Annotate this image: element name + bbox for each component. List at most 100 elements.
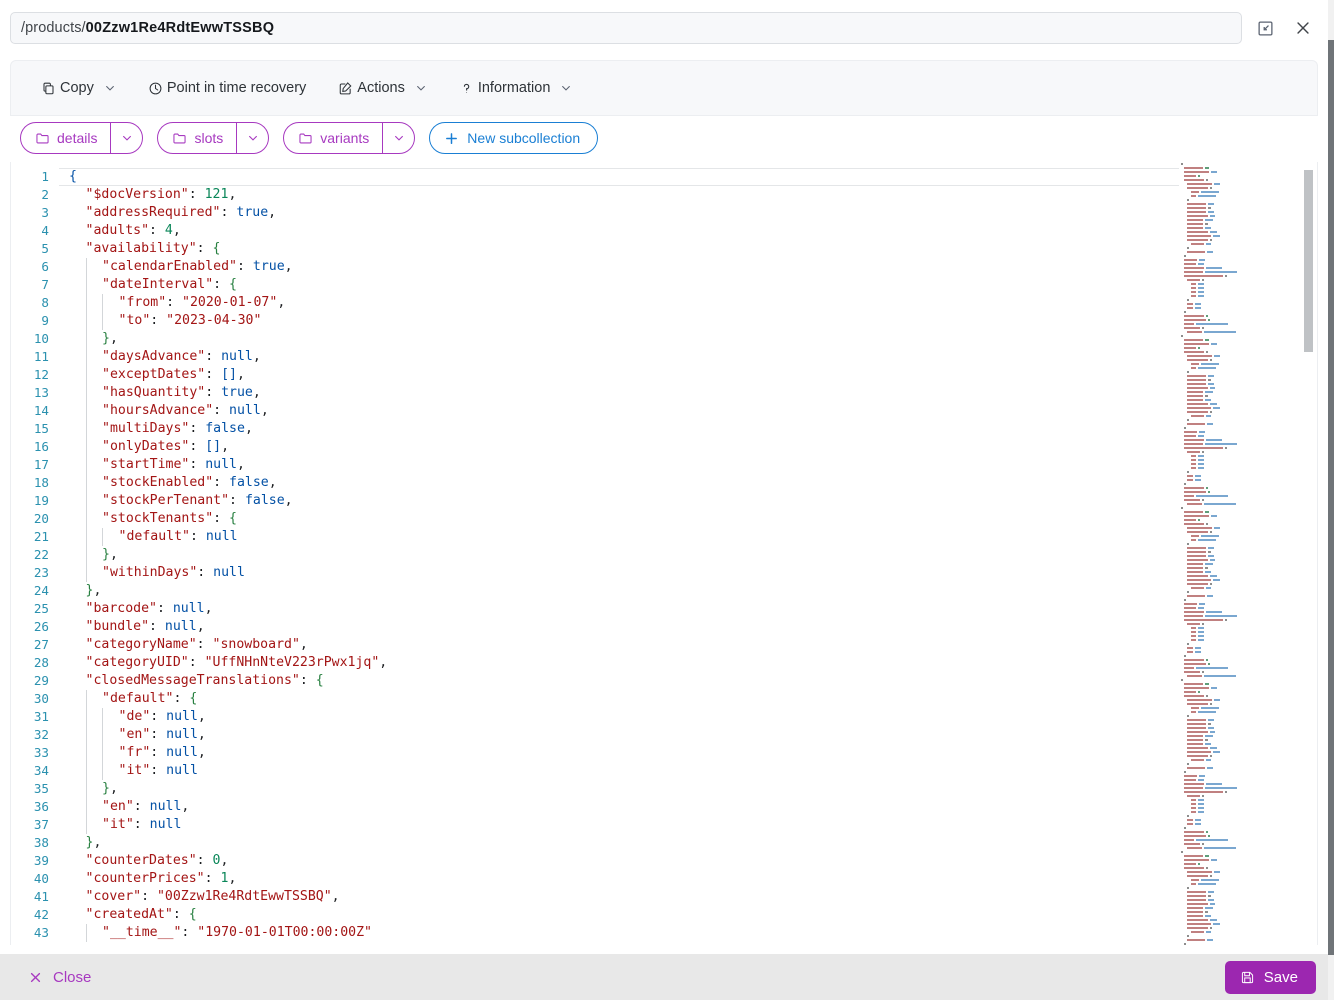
code-line[interactable]: 40 "counterPrices": 1, <box>11 870 1201 888</box>
code-line[interactable]: 13 "hasQuantity": true, <box>11 384 1201 402</box>
line-number: 21 <box>33 529 49 544</box>
subcollection-chip-variants-label: variants <box>320 130 370 146</box>
subcollection-chip-details[interactable]: details <box>20 122 144 154</box>
code-line[interactable]: 18 "stockEnabled": false, <box>11 474 1201 492</box>
code-line[interactable]: 22}, <box>11 546 1201 564</box>
minimap-token <box>1187 554 1207 558</box>
minimap-token <box>1184 262 1196 266</box>
code-line[interactable]: 43 "__time__": "1970-01-01T00:00:00Z" <box>11 924 1201 942</box>
code-line[interactable]: 27 "categoryName": "snowboard", <box>11 636 1201 654</box>
minimap-token <box>1208 726 1215 730</box>
subcollection-chip-variants-main[interactable]: variants <box>284 123 382 153</box>
minimap-token <box>1187 530 1208 534</box>
code-line[interactable]: 35}, <box>11 780 1201 798</box>
menu-point-in-time-recovery[interactable]: Point in time recovery <box>138 71 316 105</box>
minimap-token <box>1199 602 1206 606</box>
code-line[interactable]: 31 "de": null, <box>11 708 1201 726</box>
code-line[interactable]: 7 "dateInterval": { <box>11 276 1201 294</box>
editor-minimap[interactable] <box>1179 162 1291 945</box>
save-button[interactable]: Save <box>1224 960 1316 994</box>
code-line[interactable]: 8 "from": "2020-01-07", <box>11 294 1201 312</box>
code-line[interactable]: 17 "startTime": null, <box>11 456 1201 474</box>
code-line[interactable]: 2 "$docVersion": 121, <box>11 186 1201 204</box>
new-subcollection-button[interactable]: New subcollection <box>429 122 599 154</box>
code-line[interactable]: 39 "counterDates": 0, <box>11 852 1201 870</box>
editor-scrollbar-thumb[interactable] <box>1304 170 1313 352</box>
token-punc: , <box>172 223 181 238</box>
subcollection-chip-details-main[interactable]: details <box>21 123 110 153</box>
token-punc: : <box>150 727 167 742</box>
token-punc: : <box>141 889 157 904</box>
code-line[interactable]: 42 "createdAt": { <box>11 906 1201 924</box>
token-punc: , <box>196 619 205 634</box>
minimap-token <box>1205 510 1210 514</box>
code-line[interactable]: 15 "multiDays": false, <box>11 420 1201 438</box>
code-line[interactable]: 4 "adults": 4, <box>11 222 1201 240</box>
code-line[interactable]: 6 "calendarEnabled": true, <box>11 258 1201 276</box>
code-line[interactable]: 21 "default": null <box>11 528 1201 546</box>
menu-actions[interactable]: Actions <box>328 71 437 105</box>
code-line[interactable]: 20 "stockTenants": { <box>11 510 1201 528</box>
code-line[interactable]: 30 "default": { <box>11 690 1201 708</box>
collapse-window-icon[interactable] <box>1250 13 1280 43</box>
editor-vertical-scrollbar[interactable] <box>1304 162 1313 945</box>
minimap-token <box>1201 706 1219 710</box>
line-number: 2 <box>41 187 49 202</box>
subcollection-chip-slots[interactable]: slots <box>157 122 270 154</box>
menu-copy[interactable]: Copy <box>31 71 126 105</box>
line-number: 33 <box>33 745 49 760</box>
line-content: "en": null, <box>59 726 1201 744</box>
code-line[interactable]: 37 "it": null <box>11 816 1201 834</box>
code-line[interactable]: 41 "cover": "00Zzw1Re4RdtEwwTSSBQ", <box>11 888 1201 906</box>
code-line[interactable]: 36 "en": null, <box>11 798 1201 816</box>
indent-guide <box>69 780 86 798</box>
code-line[interactable]: 34 "it": null <box>11 762 1201 780</box>
indent-guide <box>85 438 103 456</box>
code-line[interactable]: 32 "en": null, <box>11 726 1201 744</box>
code-line[interactable]: 14 "hoursAdvance": null, <box>11 402 1201 420</box>
line-content: "closedMessageTranslations": { <box>59 672 1201 690</box>
code-line[interactable]: 16 "onlyDates": [], <box>11 438 1201 456</box>
close-icon[interactable] <box>1288 13 1318 43</box>
token-key: "__time__" <box>102 925 182 940</box>
subcollection-chip-variants-dropdown[interactable] <box>382 123 414 153</box>
line-number: 26 <box>33 619 49 634</box>
menu-information[interactable]: Information <box>449 71 583 105</box>
code-line[interactable]: 24}, <box>11 582 1201 600</box>
code-line[interactable]: 11 "daysAdvance": null, <box>11 348 1201 366</box>
code-line[interactable]: 25 "barcode": null, <box>11 600 1201 618</box>
subcollection-chip-slots-main[interactable]: slots <box>158 123 236 153</box>
minimap-token <box>1214 526 1220 530</box>
minimap-token <box>1205 570 1212 574</box>
code-line[interactable]: 38}, <box>11 834 1201 852</box>
subcollection-chip-details-dropdown[interactable] <box>110 123 142 153</box>
code-lines-container[interactable]: 1{2 "$docVersion": 121, 3 "addressRequired"… <box>11 168 1201 945</box>
minimap-token <box>1184 826 1187 830</box>
code-line[interactable]: 23 "withinDays": null <box>11 564 1201 582</box>
code-line[interactable]: 1{ <box>11 168 1201 186</box>
line-number: 24 <box>33 583 49 598</box>
code-line[interactable]: 29 "closedMessageTranslations": { <box>11 672 1201 690</box>
code-line[interactable]: 5 "availability": { <box>11 240 1201 258</box>
code-line[interactable]: 10}, <box>11 330 1201 348</box>
subcollection-chip-slots-dropdown[interactable] <box>236 123 268 153</box>
minimap-token <box>1187 822 1194 826</box>
code-line[interactable]: 28 "categoryUID": "UffNHnNteV223rPwx1jq", <box>11 654 1201 672</box>
token-key: "barcode" <box>85 601 157 616</box>
code-line[interactable]: 26 "bundle": null, <box>11 618 1201 636</box>
close-button[interactable]: Close <box>22 963 97 992</box>
page-scrollbar-thumb[interactable] <box>1328 40 1334 955</box>
code-line[interactable]: 33 "fr": null, <box>11 744 1201 762</box>
code-line[interactable]: 19 "stockPerTenant": false, <box>11 492 1201 510</box>
document-path-input[interactable]: /products/00Zzw1Re4RdtEwwTSSBQ <box>10 12 1242 44</box>
minimap-token <box>1187 210 1207 214</box>
code-line[interactable]: 3 "addressRequired": true, <box>11 204 1201 222</box>
json-code-editor[interactable]: 1{2 "$docVersion": 121, 3 "addressRequired"… <box>10 162 1318 945</box>
subcollection-chip-variants[interactable]: variants <box>283 122 416 154</box>
line-content: "__time__": "1970-01-01T00:00:00Z" <box>59 924 1201 942</box>
code-line[interactable]: 12 "exceptDates": [], <box>11 366 1201 384</box>
page-vertical-scrollbar[interactable] <box>1328 0 1334 1000</box>
code-line[interactable]: 9 "to": "2023-04-30" <box>11 312 1201 330</box>
minimap-token <box>1187 370 1190 374</box>
minimap-token <box>1210 342 1217 346</box>
